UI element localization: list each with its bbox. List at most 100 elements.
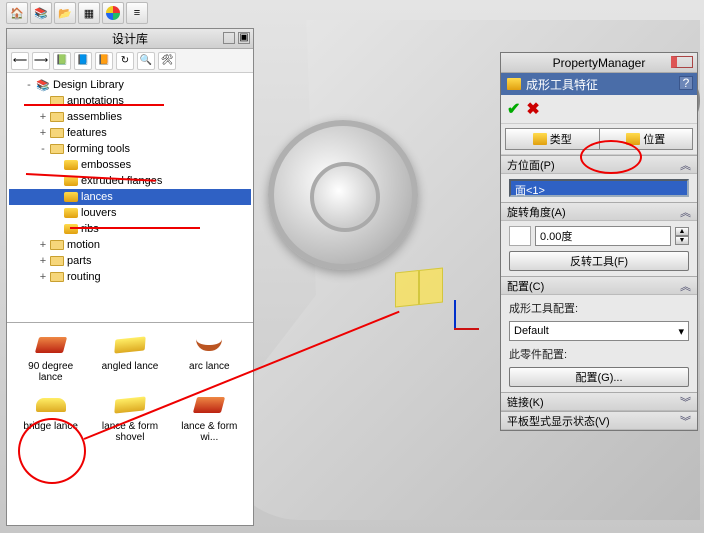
section-rotation-header[interactable]: 旋转角度(A) ︽ — [501, 203, 697, 221]
config-label-2: 此零件配置: — [509, 346, 689, 362]
tab-position[interactable]: 位置 — [600, 128, 694, 150]
options-button[interactable]: 🛠 — [158, 52, 176, 70]
section-link: 链接(K) ︾ — [501, 392, 697, 411]
design-library-panel: 设计库 ▣ ⟵ ⟶ 📗 📘 📙 ↻ 🔍 🛠 -📚Design Libraryan… — [6, 28, 254, 526]
ok-button[interactable]: ✔ — [507, 99, 520, 119]
refresh-button[interactable]: ↻ — [116, 52, 134, 70]
thumb-shape-icon — [191, 391, 227, 419]
forming-tool-icon — [63, 222, 79, 236]
tree-item-routing[interactable]: +routing — [9, 269, 251, 285]
forming-tool-preview[interactable] — [395, 267, 443, 307]
tree-item-label: assemblies — [67, 111, 122, 123]
thumb-label: 90 degree lance — [15, 361, 86, 383]
config-select-value: Default — [514, 325, 549, 337]
face-selection-box[interactable]: 面<1> — [509, 179, 689, 197]
tree-item-label: Design Library — [53, 79, 124, 91]
tree-item-label: ribs — [81, 223, 99, 235]
library-icon: 📚 — [35, 78, 51, 92]
section-config-header[interactable]: 配置(C) ︽ — [501, 277, 697, 295]
angle-spinner[interactable]: ▲▼ — [675, 227, 689, 245]
folder-icon — [49, 94, 65, 108]
property-manager-panel: PropertyManager 成形工具特征 ? ✔ ✖ 类型 位置 方位面(P… — [500, 52, 698, 431]
tree-item-label: forming tools — [67, 143, 130, 155]
angle-icon — [509, 226, 531, 246]
library-button[interactable]: 📚 — [30, 2, 52, 24]
design-library-toolbar: ⟵ ⟶ 📗 📘 📙 ↻ 🔍 🛠 — [7, 49, 253, 73]
tree-item-Design-Library[interactable]: -📚Design Library — [9, 77, 251, 93]
rotation-header-label: 旋转角度(A) — [507, 204, 566, 220]
forming-tool-icon — [63, 190, 79, 204]
forming-tool-icon — [507, 78, 521, 90]
lib2-button[interactable]: 📘 — [74, 52, 92, 70]
back-button[interactable]: ⟵ — [11, 52, 29, 70]
type-tab-icon — [533, 133, 547, 145]
section-placement: 方位面(P) ︽ 面<1> — [501, 155, 697, 202]
angle-value: 0.00度 — [540, 228, 572, 244]
section-config: 配置(C) ︽ 成形工具配置: Default ▾ 此零件配置: 配置(G)..… — [501, 276, 697, 392]
tree-item-label: embosses — [81, 159, 131, 171]
tree-item-label: features — [67, 127, 107, 139]
tile-button[interactable]: ▦ — [78, 2, 100, 24]
lib3-button[interactable]: 📙 — [95, 52, 113, 70]
thumb-lance-form-shovel[interactable]: lance & form shovel — [92, 389, 167, 445]
more-button[interactable]: ≡ — [126, 2, 148, 24]
tree-item-annotations[interactable]: annotations — [9, 93, 251, 109]
tree-item-motion[interactable]: +motion — [9, 237, 251, 253]
folder-icon — [49, 254, 65, 268]
reverse-tool-button[interactable]: 反转工具(F) — [509, 251, 689, 271]
tree-item-lances[interactable]: lances — [9, 189, 251, 205]
thumb-90-degree-lance[interactable]: 90 degree lance — [13, 329, 88, 385]
tab-type-label: 类型 — [550, 131, 572, 147]
section-flat-header[interactable]: 平板型式显示状态(V) ︾ — [501, 412, 697, 430]
tree-item-extruded-flanges[interactable]: extruded flanges — [9, 173, 251, 189]
home-button[interactable]: 🏠 — [6, 2, 28, 24]
thumb-shape-icon — [33, 331, 69, 359]
feature-name: 成形工具特征 — [526, 76, 598, 93]
tree-item-forming-tools[interactable]: -forming tools — [9, 141, 251, 157]
chevron-down-icon: ︾ — [680, 413, 691, 429]
model-boss — [268, 120, 418, 270]
cancel-button[interactable]: ✖ — [526, 99, 539, 119]
link-header-label: 链接(K) — [507, 394, 544, 410]
thumb-lance-form-wi-[interactable]: lance & form wi... — [172, 389, 247, 445]
tree-item-embosses[interactable]: embosses — [9, 157, 251, 173]
appearances-button[interactable] — [102, 2, 124, 24]
config-select[interactable]: Default ▾ — [509, 321, 689, 341]
tree-item-label: louvers — [81, 207, 116, 219]
angle-input[interactable]: 0.00度 — [535, 226, 671, 246]
thumbnail-grid[interactable]: 90 degree lance angled lancearc lance brid… — [7, 323, 253, 525]
tree-item-parts[interactable]: +parts — [9, 253, 251, 269]
thumb-label: lance & form wi... — [174, 421, 245, 443]
lib1-button[interactable]: 📗 — [53, 52, 71, 70]
section-placement-header[interactable]: 方位面(P) ︽ — [501, 156, 697, 174]
thumb-arc-lance[interactable]: arc lance — [172, 329, 247, 385]
chevron-up-icon: ︽ — [680, 157, 691, 173]
tree-item-label: lances — [81, 191, 113, 203]
tree-item-features[interactable]: +features — [9, 125, 251, 141]
help-icon[interactable]: ? — [679, 76, 693, 90]
tree-item-louvers[interactable]: louvers — [9, 205, 251, 221]
close-icon[interactable]: ▣ — [238, 32, 250, 44]
forming-tool-icon — [63, 174, 79, 188]
tree-item-assemblies[interactable]: +assemblies — [9, 109, 251, 125]
flat-header-label: 平板型式显示状态(V) — [507, 413, 610, 429]
thumb-bridge-lance[interactable]: bridge lance — [13, 389, 88, 445]
search-button[interactable]: 🔍 — [137, 52, 155, 70]
forming-tool-icon — [63, 158, 79, 172]
folder-icon — [49, 110, 65, 124]
origin-triad[interactable] — [440, 300, 470, 350]
configure-button[interactable]: 配置(G)... — [509, 367, 689, 387]
design-library-tree[interactable]: -📚Design Library annotations +assemblies+f… — [7, 73, 253, 323]
pin-icon[interactable] — [223, 32, 235, 44]
open-button[interactable]: 📂 — [54, 2, 76, 24]
folder-icon — [49, 238, 65, 252]
thumb-shape-icon — [191, 331, 227, 359]
section-link-header[interactable]: 链接(K) ︾ — [501, 393, 697, 411]
thumb-angled-lance[interactable]: angled lance — [92, 329, 167, 385]
forward-button[interactable]: ⟶ — [32, 52, 50, 70]
tree-item-label: annotations — [67, 95, 124, 107]
configure-button-label: 配置(G)... — [575, 369, 622, 385]
tab-type[interactable]: 类型 — [505, 128, 600, 150]
face-selection-value: 面<1> — [515, 185, 545, 197]
tree-item-ribs[interactable]: ribs — [9, 221, 251, 237]
